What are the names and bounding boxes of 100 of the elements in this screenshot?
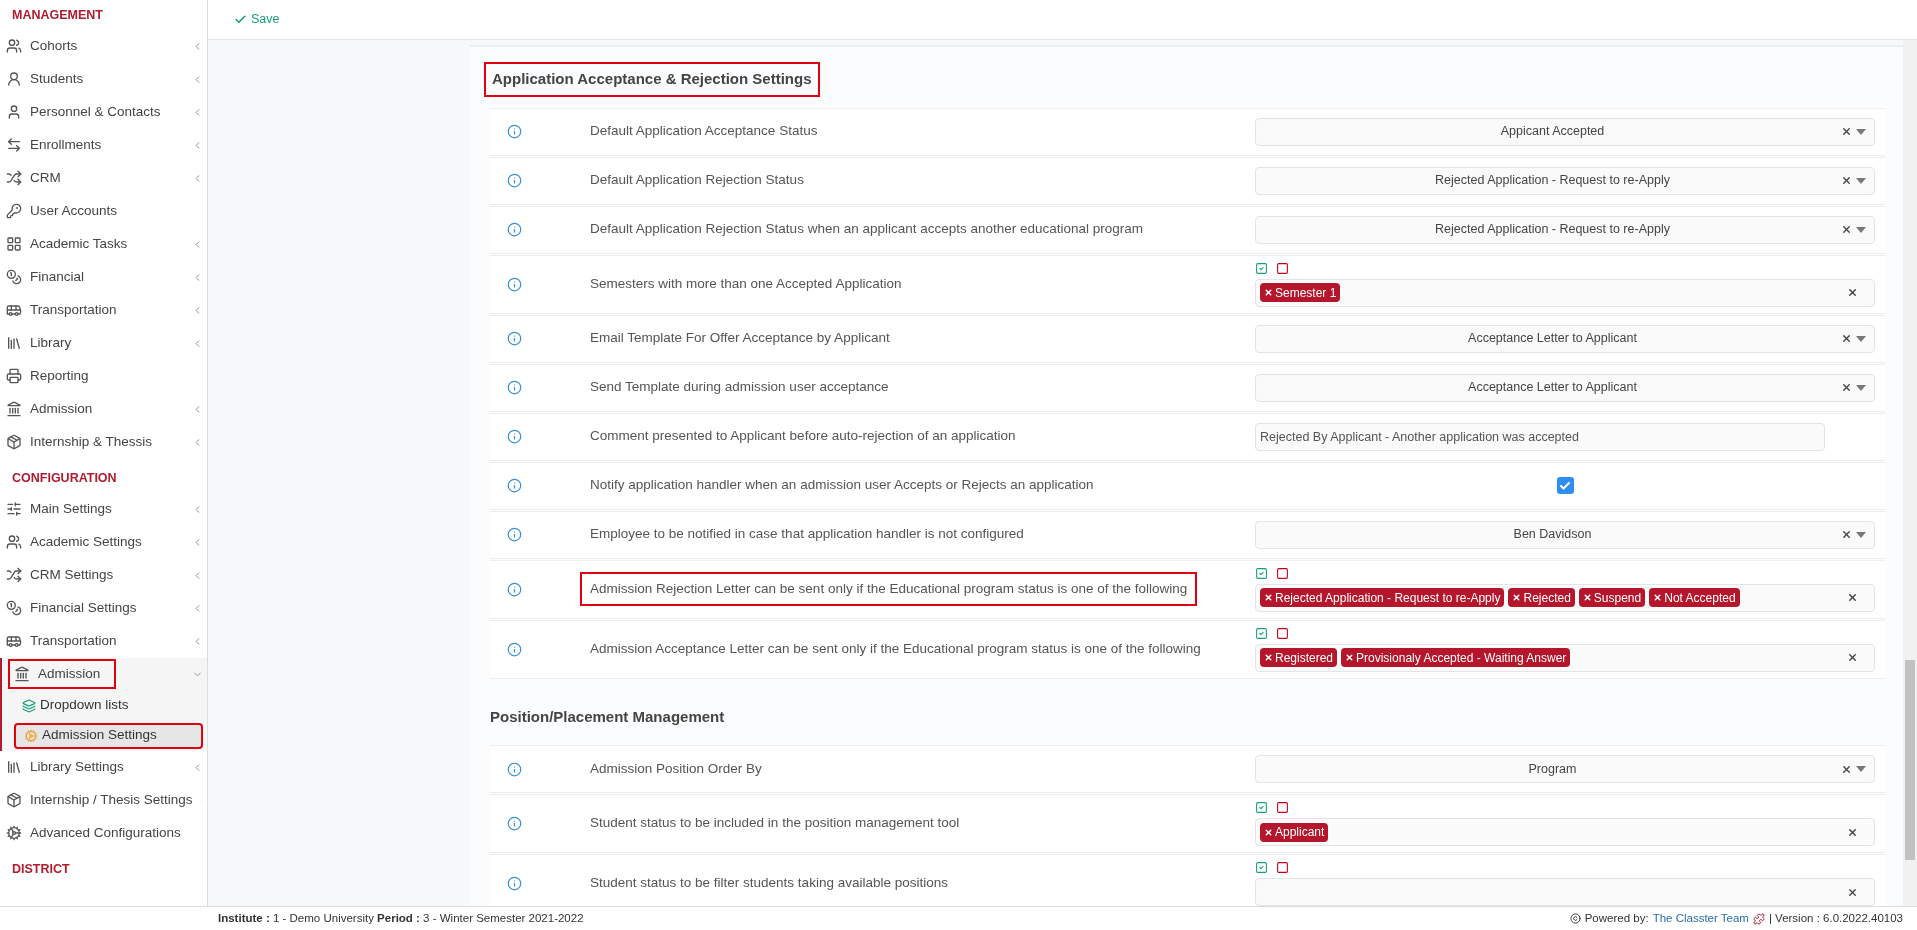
clear-icon[interactable]	[1841, 382, 1852, 393]
info-icon[interactable]	[507, 380, 522, 395]
tags-field[interactable]: Rejected Application - Request to re-Apply Rejected Suspend Not Accepted	[1255, 583, 1875, 612]
remove-icon[interactable]	[1264, 827, 1273, 837]
sidebar-item[interactable]: Advanced Configurations	[6, 818, 189, 848]
sidebar-item[interactable]: User Accounts	[6, 196, 126, 227]
logo-icon	[1752, 912, 1765, 925]
section-heading: DISTRICT	[11, 860, 71, 878]
clear-icon[interactable]	[1841, 333, 1852, 344]
info-icon[interactable]	[507, 173, 522, 188]
sidebar-item[interactable]: Cohorts	[6, 31, 86, 62]
copyright-icon	[1569, 913, 1581, 924]
sidebar-item[interactable]: Personnel & Contacts	[6, 97, 169, 128]
setting-label: Default Application Rejection Status	[590, 171, 804, 190]
tag: Provisionaly Accepted - Waiting Answer	[1341, 648, 1571, 667]
select-all-icon[interactable]	[1255, 801, 1268, 814]
check-icon	[1559, 479, 1571, 492]
save-button[interactable]: Save	[234, 10, 280, 29]
tags-field[interactable]: Applicant	[1255, 818, 1875, 846]
select-all-icon[interactable]	[1255, 861, 1268, 874]
info-icon[interactable]	[507, 222, 522, 237]
checkbox[interactable]	[1556, 477, 1574, 494]
input-field[interactable]: Rejected By Applicant - Another application was accepted	[1255, 422, 1825, 451]
sidebar-item[interactable]: Main Settings	[6, 494, 120, 524]
deselect-all-icon[interactable]	[1276, 261, 1289, 275]
menu-icon	[6, 825, 22, 841]
select-all-icon[interactable]	[1255, 626, 1268, 640]
info-icon[interactable]	[507, 581, 522, 597]
info-icon[interactable]	[507, 527, 522, 542]
sidebar-item[interactable]: Financial Settings	[6, 593, 145, 623]
sidebar-item[interactable]: Library	[6, 328, 80, 359]
setting-label: Default Application Rejection Status when an applicant accepts another educational program	[590, 220, 1144, 239]
info-icon[interactable]	[507, 276, 522, 292]
select-field[interactable]: Program	[1255, 755, 1875, 783]
select-all-icon[interactable]	[1255, 261, 1268, 275]
sidebar-item[interactable]: Internship / Thesis Settings	[6, 785, 201, 815]
sidebar-item[interactable]: Students	[6, 64, 92, 95]
info-icon[interactable]	[507, 761, 522, 777]
select-field[interactable]: Acceptance Letter to Applicant	[1255, 324, 1875, 353]
menu-icon	[6, 792, 22, 808]
clear-icon[interactable]	[1841, 175, 1852, 186]
info-icon[interactable]	[507, 331, 522, 346]
sidebar-item[interactable]: Reporting	[6, 361, 97, 392]
sidebar-item[interactable]: CRM Settings	[6, 560, 122, 590]
info-icon[interactable]	[507, 816, 522, 831]
sidebar-item[interactable]: Transportation	[6, 295, 125, 326]
sidebar-item[interactable]: Enrollments	[6, 130, 110, 161]
select-field[interactable]: Rejected Application - Request to re-Apply	[1255, 166, 1875, 195]
clear-icon[interactable]	[1841, 763, 1852, 775]
sidebar-item[interactable]: Academic Tasks	[6, 229, 136, 260]
info-icon[interactable]	[507, 876, 522, 891]
tags-field[interactable]	[1255, 878, 1875, 906]
select-all-icon[interactable]	[1255, 566, 1268, 580]
info-icon[interactable]	[507, 478, 522, 493]
info-icon[interactable]	[507, 429, 522, 444]
remove-icon[interactable]	[1264, 288, 1273, 297]
tags-field[interactable]: Semester 1	[1255, 278, 1875, 307]
select-field[interactable]: Ben Davidson	[1255, 520, 1875, 549]
clear-icon[interactable]	[1847, 826, 1858, 838]
clear-icon[interactable]	[1847, 592, 1858, 603]
sidebar-item[interactable]: Library Settings	[6, 752, 132, 782]
sidebar-item[interactable]: Academic Settings	[6, 527, 150, 557]
sidebar-item[interactable]: Internship & Thessis	[6, 427, 161, 458]
clear-icon[interactable]	[1847, 886, 1858, 898]
sidebar-item[interactable]: Transportation	[6, 626, 125, 656]
clear-icon[interactable]	[1847, 287, 1858, 298]
remove-icon[interactable]	[1264, 593, 1273, 602]
select-field[interactable]: Rejected Application - Request to re-Apply	[1255, 215, 1875, 244]
deselect-all-icon[interactable]	[1276, 861, 1289, 874]
select-field[interactable]: Acceptance Letter to Applicant	[1255, 373, 1875, 402]
clear-icon[interactable]	[1841, 126, 1852, 137]
menu-icon	[6, 633, 22, 649]
select-field[interactable]: Appicant Accepted	[1255, 117, 1875, 146]
submenu-item[interactable]: Dropdown lists	[14, 692, 203, 719]
menu-icon	[6, 600, 22, 616]
sidebar-item[interactable]: Admission	[8, 659, 116, 689]
remove-icon[interactable]	[1345, 653, 1355, 662]
remove-icon[interactable]	[1582, 593, 1592, 602]
section-title: Position/Placement Management	[490, 706, 725, 727]
deselect-all-icon[interactable]	[1276, 626, 1289, 640]
scrollbar-thumb[interactable]	[1905, 660, 1915, 860]
section-heading: CONFIGURATION	[11, 469, 118, 487]
clear-icon[interactable]	[1847, 652, 1858, 663]
info-icon[interactable]	[507, 124, 522, 139]
sidebar-item[interactable]: Financial	[6, 262, 93, 293]
clear-icon[interactable]	[1841, 224, 1852, 235]
deselect-all-icon[interactable]	[1276, 801, 1289, 814]
sidebar-item[interactable]: Admission	[6, 394, 101, 425]
submenu-item[interactable]: Admission Settings	[14, 722, 203, 749]
dropdown-caret-icon	[1856, 128, 1866, 135]
deselect-all-icon[interactable]	[1276, 566, 1289, 580]
tags-field[interactable]: Registered Provisionaly Accepted - Waiting Answer	[1255, 643, 1875, 672]
remove-icon[interactable]	[1512, 593, 1522, 602]
remove-icon[interactable]	[1264, 653, 1273, 662]
team-link[interactable]: The Classter Team	[1652, 909, 1749, 928]
info-icon[interactable]	[507, 641, 522, 657]
sidebar-item[interactable]: CRM	[6, 163, 69, 194]
clear-icon[interactable]	[1841, 529, 1852, 540]
remove-icon[interactable]	[1653, 593, 1663, 602]
tag: Semester 1	[1260, 283, 1341, 302]
